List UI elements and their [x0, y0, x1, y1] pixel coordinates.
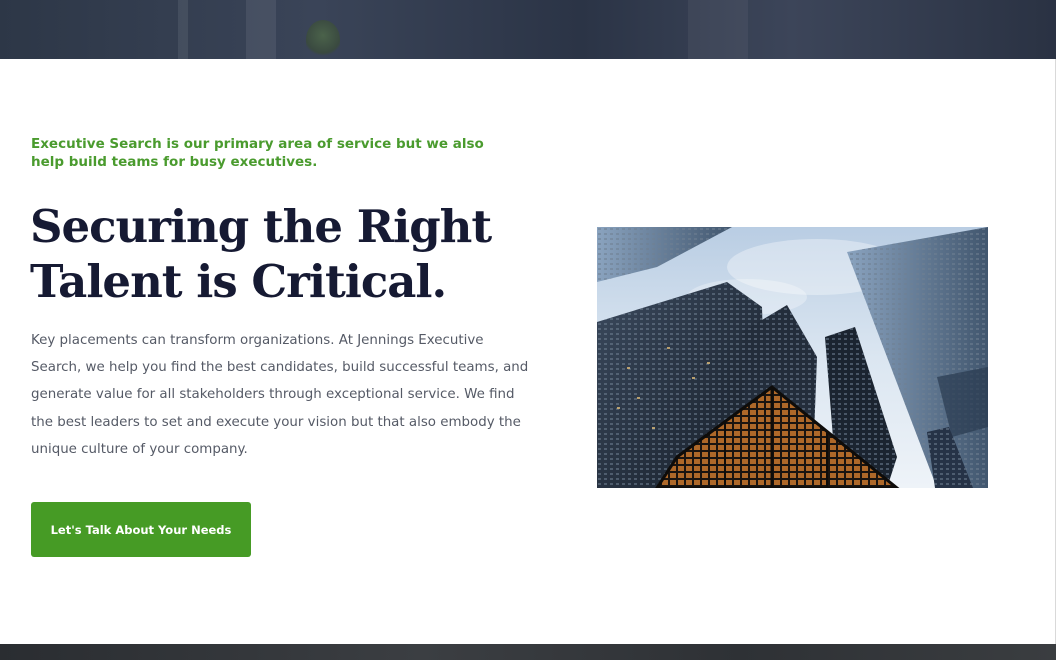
headline-line-1: Securing the Right: [30, 200, 492, 253]
intro-paragraph: Key placements can transform organizatio…: [31, 333, 529, 457]
intro-section: Executive Search is our primary area of …: [0, 59, 1056, 644]
skyscrapers-photo: [597, 227, 988, 488]
headline-line-2: Talent is Critical.: [30, 255, 447, 308]
hero-column: [178, 0, 188, 59]
plant-silhouette: [306, 20, 340, 59]
hero-column: [246, 0, 276, 59]
page-title: Securing the Right Talent is Critical.: [30, 199, 550, 309]
hero-image-strip: [0, 0, 1056, 59]
footer-image-strip: [0, 644, 1056, 660]
section-kicker: Executive Search is our primary area of …: [31, 136, 484, 170]
talk-about-needs-button[interactable]: Let's Talk About Your Needs: [31, 502, 251, 557]
hero-column: [688, 0, 748, 59]
